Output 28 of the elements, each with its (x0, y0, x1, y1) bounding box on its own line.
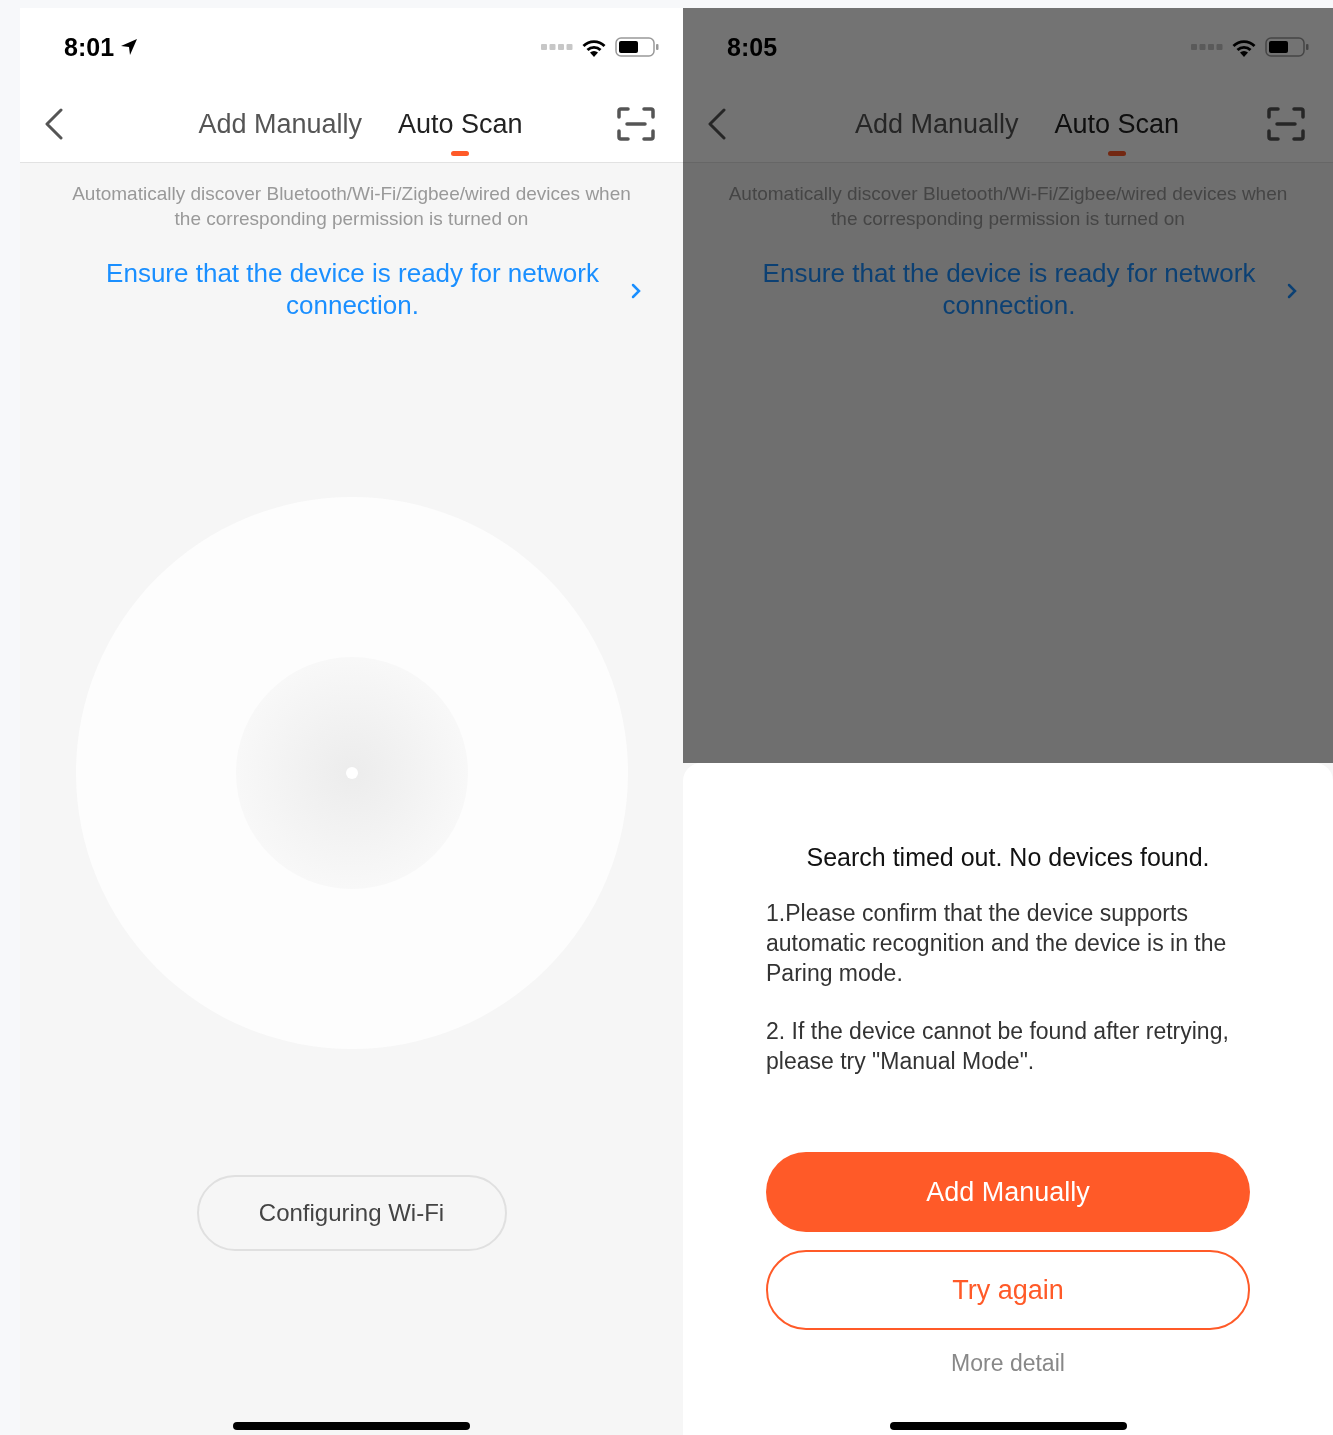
battery-icon (1265, 37, 1309, 57)
back-chevron-icon[interactable] (707, 108, 727, 140)
dialog-title: Search timed out. No devices found. (806, 843, 1210, 872)
more-detail-link[interactable]: More detail (951, 1350, 1065, 1377)
status-button[interactable]: Configuring Wi-Fi (196, 1175, 507, 1251)
tab[interactable]: Auto Scan (1054, 90, 1180, 158)
scan-icon[interactable] (1267, 107, 1305, 141)
add-manually-button[interactable]: Add Manually (766, 1152, 1250, 1232)
instruction-text: 1.Please confirm that the device supports automatic recognition and the device is in the Paring mode. (766, 899, 1228, 988)
battery-icon (615, 37, 659, 57)
tab[interactable]: Add Manually (198, 90, 362, 158)
wifi-icon (581, 37, 607, 57)
status-time: 8:05 (727, 32, 778, 62)
signal-icon (541, 44, 573, 50)
chevron-right-icon (1287, 283, 1297, 299)
ready-link[interactable]: Ensure that the device is ready for network connection. (82, 257, 641, 321)
try-again-button[interactable]: Try again (766, 1250, 1250, 1330)
wifi-icon (1231, 37, 1257, 57)
tab[interactable]: Add Manually (854, 90, 1019, 158)
signal-icon (1191, 44, 1223, 50)
tab[interactable]: Auto Scan (398, 90, 523, 158)
description-text: Automatically discover Bluetooth/Wi-Fi/Zigbee/wired devices when the corresponding permission is turned on (71, 182, 632, 231)
scan-icon[interactable] (617, 107, 655, 141)
back-chevron-icon[interactable] (44, 108, 64, 140)
ready-link[interactable]: Ensure that the device is ready for network connection. (739, 257, 1297, 321)
chevron-right-icon (630, 283, 641, 299)
status-time: 8:01 (64, 32, 115, 62)
instruction-text: 2. If the device cannot be found after retrying, please try "Manual Mode". (766, 1017, 1230, 1076)
